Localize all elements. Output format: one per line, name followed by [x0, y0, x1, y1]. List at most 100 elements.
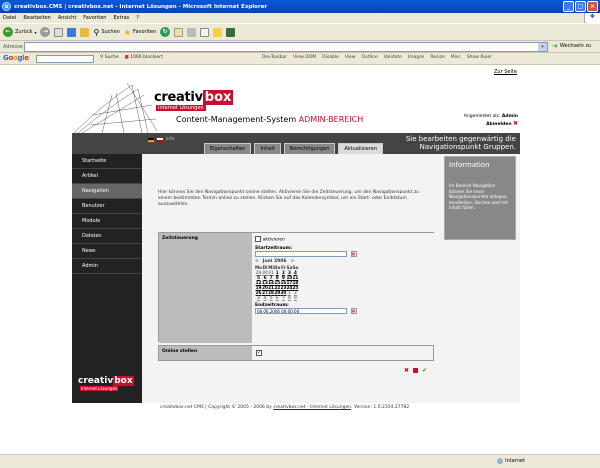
time-control-body: aktivieren Startzeitraum: ▦ < Juni 2006 …	[252, 233, 435, 343]
status-bar: ◍ Internet	[0, 454, 600, 468]
sidebar-item-admin[interactable]: Admin	[72, 259, 142, 274]
save-check-icon[interactable]: ✔	[422, 367, 427, 374]
close-button[interactable]: ×	[587, 1, 598, 12]
menu-datei[interactable]: Datei	[3, 15, 16, 21]
title-bar: e creativbox.CMS | creativbox.net - Inte…	[0, 0, 600, 13]
flag-icon[interactable]	[157, 137, 163, 142]
menu-favoriten[interactable]: Favoriten	[83, 15, 106, 21]
search-button[interactable]: ⚲ Suchen	[93, 28, 119, 37]
windows-logo-icon: ❖	[584, 13, 600, 23]
popup-blocker[interactable]: ■ 1066 blockiert	[125, 55, 163, 60]
messenger-icon[interactable]	[226, 27, 236, 37]
sidebar: Startseite Artikel Navigation Benutzer M…	[72, 133, 142, 403]
intro-text: Hier können Sie den Navigationspunkt onl…	[158, 190, 420, 207]
start-date-input[interactable]	[255, 250, 347, 257]
cms-shell: Startseite Artikel Navigation Benutzer M…	[72, 133, 520, 403]
devtoolbar-outline[interactable]: Outline	[362, 55, 378, 60]
menu-bearbeiten[interactable]: Bearbeiten	[23, 15, 50, 21]
edit-icon[interactable]	[200, 27, 210, 37]
devtoolbar-images[interactable]: Images	[408, 55, 424, 60]
german-flag-icon[interactable]	[148, 137, 154, 142]
calendar-day[interactable]: 9	[292, 295, 298, 300]
menu-ansicht[interactable]: Ansicht	[58, 15, 76, 21]
address-bar: Adresse ▾ ➔ Wechseln zu	[0, 41, 600, 53]
sidebar-item-startseite[interactable]: Startseite	[72, 154, 142, 169]
mail-icon[interactable]	[174, 27, 184, 37]
calendar: < Juni 2006 > Mo Di Mi Do Fr Sa So 29 30…	[255, 259, 432, 300]
go-arrow-icon: ➔	[552, 42, 558, 50]
online-label: Online stellen	[159, 346, 252, 360]
tab-eigenschaften[interactable]: Eigenschaften	[204, 143, 252, 154]
calendar-day[interactable]: 3	[255, 295, 262, 300]
end-date-input[interactable]: 08.06.2006 00:00:00	[255, 308, 347, 314]
info-box: Information Im Bereich Navigation können…	[444, 156, 516, 240]
tab-inhalt[interactable]: Inhalt	[254, 143, 281, 154]
menu-bar: Datei Bearbeiten Ansicht Favoriten Extra…	[0, 13, 600, 23]
devtoolbar-resize[interactable]: Resize	[430, 55, 444, 60]
security-zone: ◍ Internet	[497, 457, 525, 465]
online-checkbox[interactable]: ✓	[256, 350, 262, 356]
google-search-input[interactable]	[36, 55, 94, 63]
action-buttons: ✖ ✔	[404, 367, 427, 374]
address-dropdown-icon[interactable]: ▾	[538, 43, 547, 51]
tab-berechtigungen[interactable]: Berechtigungen	[283, 143, 336, 154]
stop-icon[interactable]	[54, 27, 64, 37]
logout-link[interactable]: Abmelden ✖	[452, 120, 518, 128]
calendar-month: Juni 2006	[262, 259, 287, 264]
star-icon: ★	[123, 27, 132, 37]
sidebar-item-news[interactable]: News	[72, 244, 142, 259]
footer-link[interactable]: creativbox.net - Internet Lösungen	[273, 405, 351, 410]
cms-title-accent: ADMIN-BEREICH	[298, 115, 364, 124]
menu-help[interactable]: ?	[136, 15, 139, 21]
delete-icon[interactable]	[413, 368, 419, 373]
start-calendar-icon[interactable]: ▦	[350, 250, 357, 257]
activate-checkbox[interactable]	[255, 236, 261, 242]
google-search-button[interactable]: ⚲ Suche	[100, 55, 119, 60]
refresh-icon[interactable]	[67, 27, 77, 37]
tab-aktualisieren[interactable]: Aktualisieren	[338, 143, 383, 154]
back-arrow-icon: ←	[3, 27, 13, 37]
footer: creativbox.net CMS | Copyright © 2005 - …	[160, 405, 410, 410]
cms-header: creativ box Internet Lösungen Content-Man…	[72, 75, 520, 135]
sidebar-item-dateien[interactable]: Dateien	[72, 229, 142, 244]
online-section: Online stellen ✓	[158, 345, 434, 361]
address-label: Adresse	[3, 43, 23, 50]
devtoolbar-show-ruler[interactable]: Show Ruler	[467, 55, 492, 60]
end-calendar-icon[interactable]: ▦	[350, 308, 357, 314]
address-input[interactable]: ▾	[24, 42, 548, 52]
time-control-label: Zeitsteuerung	[159, 233, 252, 343]
brand-logo: creativ box	[154, 90, 234, 105]
menu-extras[interactable]: Extras	[113, 15, 129, 21]
google-logo: Google	[3, 54, 29, 62]
favorites-button[interactable]: ★ Favoriten	[124, 28, 156, 37]
sidebar-item-navigation[interactable]: Navigation	[72, 184, 142, 199]
print-icon[interactable]	[187, 27, 197, 37]
sidebar-logo: creativbox Internet Lösungen	[78, 376, 134, 391]
calendar-grid: Mo Di Mi Do Fr Sa So 29 30 31 1 2 3 4 5 6 7 8 9 10 11…	[255, 265, 298, 300]
devtoolbar-view-dom[interactable]: View DOM	[293, 55, 316, 60]
devtoolbar-view[interactable]: View	[345, 55, 356, 60]
sidebar-item-benutzer[interactable]: Benutzer	[72, 199, 142, 214]
sidebar-item-artikel[interactable]: Artikel	[72, 169, 142, 184]
maximize-button[interactable]: □	[575, 1, 586, 12]
calendar-prev-button[interactable]: <	[255, 259, 259, 264]
browser-window: e creativbox.CMS | creativbox.net - Inte…	[0, 0, 600, 468]
go-button[interactable]: ➔ Wechseln zu	[552, 42, 591, 50]
devtoolbar-misc[interactable]: Misc	[451, 55, 461, 60]
folder-icon[interactable]	[213, 27, 223, 37]
back-button[interactable]: ← Zurück ▾	[3, 27, 36, 37]
devtoolbar-disable[interactable]: Disable	[322, 55, 339, 60]
web-page: Zur Seite creativ box Internet Lösungen …	[0, 65, 600, 454]
history-icon[interactable]: ↻	[160, 27, 171, 37]
sketch-graphic	[73, 82, 158, 134]
minimize-button[interactable]: _	[563, 1, 574, 12]
calendar-next-button[interactable]: >	[291, 259, 295, 264]
tab-bar: info Eigenschaften Inhalt Berechtigungen…	[142, 133, 520, 154]
cancel-x-icon[interactable]: ✖	[404, 367, 409, 374]
forward-button[interactable]: →	[40, 27, 51, 37]
sidebar-item-module[interactable]: Module	[72, 214, 142, 229]
toolbar: ← Zurück ▾ → ⚲ Suchen ★ Favoriten ↻	[0, 23, 600, 41]
home-icon[interactable]	[80, 27, 90, 37]
devtoolbar-validate[interactable]: Validate	[384, 55, 402, 60]
forward-arrow-icon: →	[40, 27, 51, 37]
